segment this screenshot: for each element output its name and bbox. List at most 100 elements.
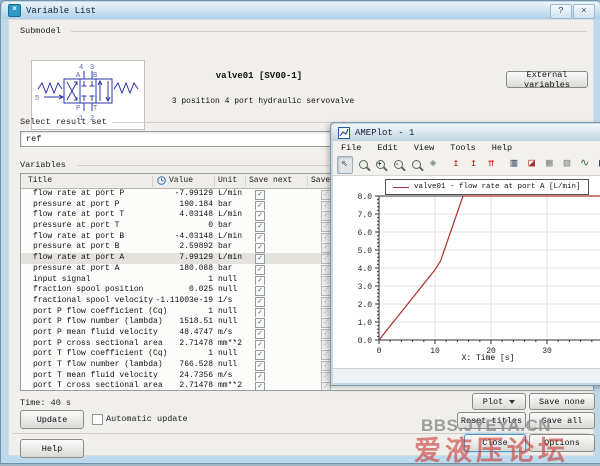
plot-button[interactable]: Plot [472, 393, 526, 410]
variable-unit: null [218, 307, 237, 318]
variable-value: 1 [79, 307, 213, 318]
menu-view[interactable]: View [406, 143, 442, 153]
save-next-checkbox[interactable]: ✓ [255, 297, 265, 307]
variable-unit: L/min [218, 232, 242, 243]
curves-icon[interactable]: ∿ [577, 156, 593, 174]
window-help-button[interactable]: ? [550, 4, 572, 19]
plot-legend[interactable]: valve01 - flow rate at port A [L/min] [385, 179, 589, 195]
plot-canvas[interactable]: 01020300.01.02.03.04.05.06.07.08.0 [333, 176, 600, 369]
svg-text:7.0: 7.0 [358, 211, 373, 220]
variable-unit: bar [218, 221, 232, 232]
menu-help[interactable]: Help [484, 143, 520, 153]
pan-icon[interactable]: ◈ [425, 156, 441, 174]
valve-port-p: P [76, 105, 80, 113]
save-all-button[interactable]: Save all [529, 412, 595, 429]
ameplot-menubar: FileEditViewToolsHelp [333, 141, 600, 155]
valve-num-5: 5 [35, 95, 39, 103]
save-next-checkbox[interactable]: ✓ [255, 329, 265, 339]
menu-tools[interactable]: Tools [442, 143, 484, 153]
column-header-save-next[interactable]: Save next [249, 176, 292, 185]
legend-label: valve01 - flow rate at port A [L/min] [414, 183, 581, 191]
time-icon [157, 176, 166, 185]
variable-value: 0.025 [79, 285, 213, 296]
update-button[interactable]: Update [20, 410, 84, 429]
column-header-unit[interactable]: Unit [218, 176, 237, 185]
save-next-checkbox[interactable]: ✓ [255, 318, 265, 328]
valve-num-3: 3 [90, 64, 94, 72]
save-next-checkbox[interactable]: ✓ [255, 222, 265, 232]
menu-file[interactable]: File [333, 143, 369, 153]
variable-value: 180.088 [79, 264, 213, 275]
save-next-checkbox[interactable]: ✓ [255, 276, 265, 286]
save-next-checkbox[interactable]: ✓ [255, 265, 265, 275]
svg-text:2.0: 2.0 [358, 301, 373, 310]
reset-titles-button[interactable]: Reset titles [457, 412, 526, 429]
variables-section-label: Variables [20, 160, 66, 170]
save-next-checkbox[interactable]: ✓ [255, 372, 265, 382]
zoom-in-icon[interactable]: + [372, 156, 388, 174]
column-header-value[interactable]: Value [169, 176, 193, 185]
variable-value: -7.99129 [79, 189, 213, 200]
zoom-previous-icon[interactable] [408, 156, 424, 174]
ameplot-window: AMEPlot - 1 FileEditViewToolsHelp ⇖ +- ◈ ↥↥… [330, 122, 600, 386]
variable-unit: 1/s [218, 296, 232, 307]
svg-text:6.0: 6.0 [358, 229, 373, 238]
marker-b-icon[interactable]: ↥ [466, 156, 482, 174]
external-variables-button[interactable]: External variables [506, 71, 588, 88]
save-next-checkbox[interactable]: ✓ [255, 233, 265, 243]
ameplot-titlebar[interactable]: AMEPlot - 1 [332, 124, 600, 141]
save-next-checkbox[interactable]: ✓ [255, 350, 265, 360]
automatic-update-checkbox[interactable] [92, 414, 103, 425]
ameplot-toolbar: ⇖+-◈↥↥⇈▥◪▦▧∿◩ [333, 155, 600, 176]
toolbar-separator [500, 157, 505, 173]
variable-value: 0 [79, 221, 213, 232]
close-button[interactable]: Close [464, 434, 526, 452]
variable-value: 48.4747 [79, 328, 213, 339]
grid-page-icon[interactable]: ▦ [541, 156, 557, 174]
zoom-out-icon[interactable]: - [390, 156, 406, 174]
save-next-checkbox[interactable]: ✓ [255, 308, 265, 318]
variable-value: -4.03148 [79, 232, 213, 243]
column-header-title[interactable]: Title [28, 176, 52, 185]
export-plot-icon[interactable]: ◩ [594, 156, 600, 174]
svg-text:1.0: 1.0 [358, 319, 373, 328]
save-next-checkbox[interactable]: ✓ [255, 340, 265, 350]
marker-a-icon[interactable]: ↥ [448, 156, 464, 174]
variable-list-titlebar[interactable]: × Variable List ? × [2, 2, 600, 19]
ameplot-statusbar [333, 368, 600, 383]
save-next-checkbox[interactable]: ✓ [255, 201, 265, 211]
variable-value: -1.11003e-19 [79, 296, 213, 307]
help-button[interactable]: Help [20, 439, 84, 458]
options-button[interactable]: Options [529, 434, 595, 452]
save-next-checkbox[interactable]: ✓ [255, 190, 265, 200]
markers-pair-icon[interactable]: ⇈ [483, 156, 499, 174]
delete-plot-icon[interactable]: ◪ [524, 156, 540, 174]
plot-area[interactable]: valve01 - flow rate at port A [L/min] 01… [333, 176, 600, 369]
variable-unit: m/s [218, 328, 232, 339]
variable-value: 24.7356 [79, 371, 213, 382]
valve-num-4: 4 [79, 64, 83, 72]
variable-value: 2.71478 [79, 339, 213, 350]
select-tool-icon[interactable]: ⇖ [337, 156, 353, 174]
save-next-checkbox[interactable]: ✓ [255, 286, 265, 296]
time-label: Time: 40 s [20, 398, 71, 408]
toolbar-separator [442, 157, 447, 173]
save-none-button[interactable]: Save none [529, 393, 595, 410]
variable-unit: L/min [218, 210, 242, 221]
window-close-button[interactable]: × [573, 4, 595, 19]
variable-unit: bar [218, 242, 232, 253]
variable-value: 2.71478 [79, 381, 213, 391]
zoom-window-icon[interactable] [355, 156, 371, 174]
save-next-checkbox[interactable]: ✓ [255, 254, 265, 264]
new-plot-page-icon[interactable]: ▥ [506, 156, 522, 174]
variable-unit: mm**2 [218, 381, 242, 391]
copy-page-icon[interactable]: ▧ [559, 156, 575, 174]
save-next-checkbox[interactable]: ✓ [255, 211, 265, 221]
save-next-checkbox[interactable]: ✓ [255, 361, 265, 371]
menu-edit[interactable]: Edit [369, 143, 405, 153]
x-axis-label: X: Time [s] [333, 354, 600, 363]
variable-unit: mm**2 [218, 339, 242, 350]
save-next-checkbox[interactable]: ✓ [255, 243, 265, 253]
variable-unit: L/min [218, 253, 242, 264]
save-next-checkbox[interactable]: ✓ [255, 382, 265, 391]
